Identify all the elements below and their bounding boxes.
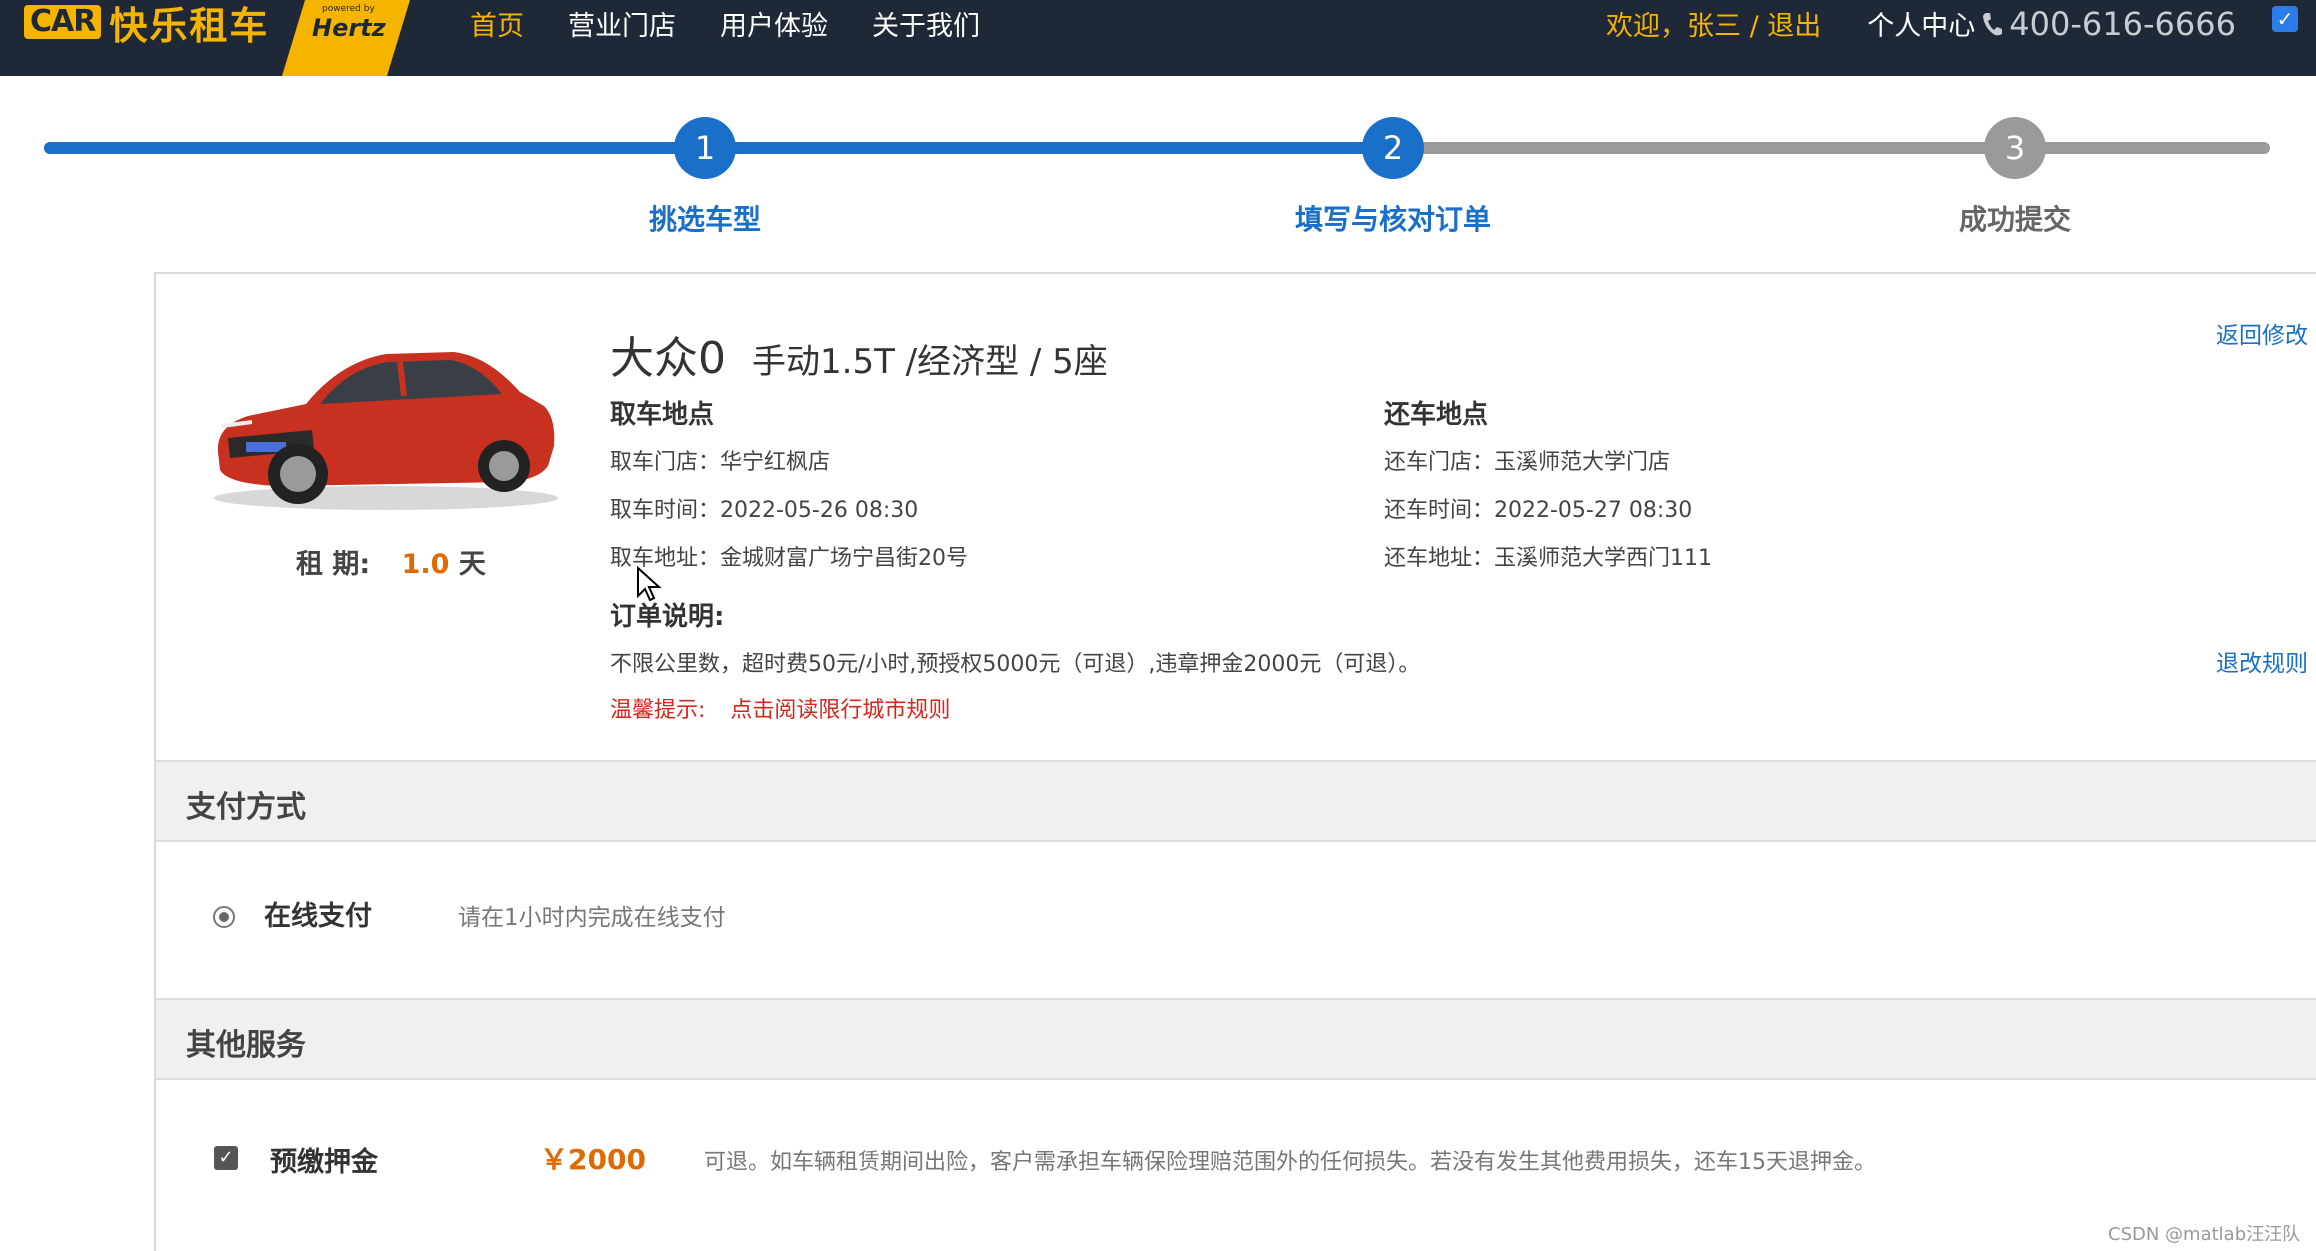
- tip-label: 温馨提示:: [610, 698, 706, 723]
- csdn-watermark: CSDN @matlab汪汪队: [2108, 1224, 2301, 1245]
- rental-period-label: 租 期:: [296, 549, 371, 580]
- restriction-rules-link[interactable]: 点击阅读限行城市规则: [730, 698, 950, 723]
- hertz-logo-text: Hertz: [312, 14, 386, 42]
- online-payment-radio[interactable]: [213, 906, 235, 928]
- payment-section-header: 支付方式: [156, 760, 2316, 842]
- main-nav: 首页 营业门店 用户体验 关于我们: [470, 4, 980, 43]
- nav-user-area: 欢迎，张三 / 退出 个人中心 400-616-6666: [1606, 4, 2236, 43]
- hertz-badge: powered by Hertz: [282, 0, 410, 76]
- rental-period-value: 1.0: [401, 549, 450, 580]
- car-title: 大众0 手动1.5T /经济型 / 5座: [610, 322, 1108, 386]
- pickup-store: 取车门店：华宁红枫店: [610, 450, 831, 475]
- pickup-time: 取车时间：2022-05-26 08:30: [610, 498, 919, 523]
- rental-period-unit: 天: [458, 549, 486, 580]
- logo-name: 快乐租车: [109, 3, 270, 48]
- hertz-powered-text: powered by: [322, 4, 375, 14]
- step-3-circle: 3: [1984, 117, 2046, 179]
- services-section-title: 其他服务: [186, 1028, 306, 1063]
- pickup-title: 取车地点: [610, 400, 715, 430]
- brand-logo[interactable]: CAR 快乐租车: [24, 0, 269, 48]
- warm-tip: 温馨提示: 点击阅读限行城市规则: [610, 692, 950, 724]
- logo-car-mark: CAR: [24, 5, 102, 39]
- step-1-circle: 1: [674, 117, 736, 179]
- step-2-circle: 2: [1362, 117, 1424, 179]
- rental-period: 租 期: 1.0 天: [296, 542, 486, 581]
- car-name: 大众0: [610, 333, 726, 384]
- nav-experience[interactable]: 用户体验: [720, 4, 828, 43]
- order-panel: 租 期: 1.0 天 大众0 手动1.5T /经济型 / 5座 返回修改 取车地…: [154, 272, 2316, 1251]
- online-payment-label[interactable]: 在线支付: [264, 894, 372, 933]
- welcome-logout-link[interactable]: 欢迎，张三 / 退出: [1606, 4, 1821, 43]
- return-time: 还车时间：2022-05-27 08:30: [1384, 498, 1693, 523]
- step-3-label: 成功提交: [1958, 203, 2072, 236]
- deposit-checkbox[interactable]: ✓: [214, 1146, 238, 1170]
- deposit-description: 可退。如车辆租赁期间出险，客户需承担车辆保险理赔范围外的任何损失。若没有发生其他…: [704, 1150, 1876, 1175]
- deposit-label[interactable]: 预缴押金: [270, 1140, 378, 1179]
- online-payment-hint: 请在1小时内完成在线支付: [458, 905, 726, 931]
- top-navbar: CAR 快乐租车 powered by Hertz 首页 营业门店 用户体验 关…: [0, 0, 2316, 76]
- progress-track: [44, 142, 2270, 154]
- step-2-label: 填写与核对订单: [1294, 203, 1492, 236]
- return-store: 还车门店：玉溪师范大学门店: [1384, 450, 1671, 475]
- services-section-header: 其他服务: [156, 998, 2316, 1080]
- return-address: 还车地址：玉溪师范大学西门111: [1384, 546, 1712, 571]
- nav-stores[interactable]: 营业门店: [568, 4, 676, 43]
- step-1-label: 挑选车型: [648, 203, 762, 236]
- payment-section-title: 支付方式: [186, 790, 306, 825]
- back-modify-link[interactable]: 返回修改: [2216, 316, 2308, 350]
- car-image: [214, 352, 558, 510]
- pickup-address: 取车地址：金城财富广场宁昌街20号: [610, 546, 968, 571]
- hotline-number: 400-616-6666: [2009, 4, 2236, 43]
- user-center-link[interactable]: 个人中心: [1867, 4, 1975, 43]
- deposit-price: ￥2000: [540, 1143, 646, 1176]
- car-spec: 手动1.5T /经济型 / 5座: [752, 342, 1108, 382]
- return-title: 还车地点: [1384, 400, 1489, 430]
- order-note-title: 订单说明:: [610, 602, 725, 632]
- nav-home[interactable]: 首页: [470, 4, 524, 43]
- nav-about[interactable]: 关于我们: [872, 4, 980, 43]
- order-note-text: 不限公里数，超时费50元/小时,预授权5000元（可退）,违章押金2000元（可…: [610, 652, 1421, 677]
- check-icon[interactable]: ✓: [2272, 6, 2298, 32]
- mouse-cursor-icon: [637, 566, 662, 602]
- phone-icon: [1983, 12, 2003, 35]
- refund-rules-link[interactable]: 退改规则: [2216, 644, 2308, 678]
